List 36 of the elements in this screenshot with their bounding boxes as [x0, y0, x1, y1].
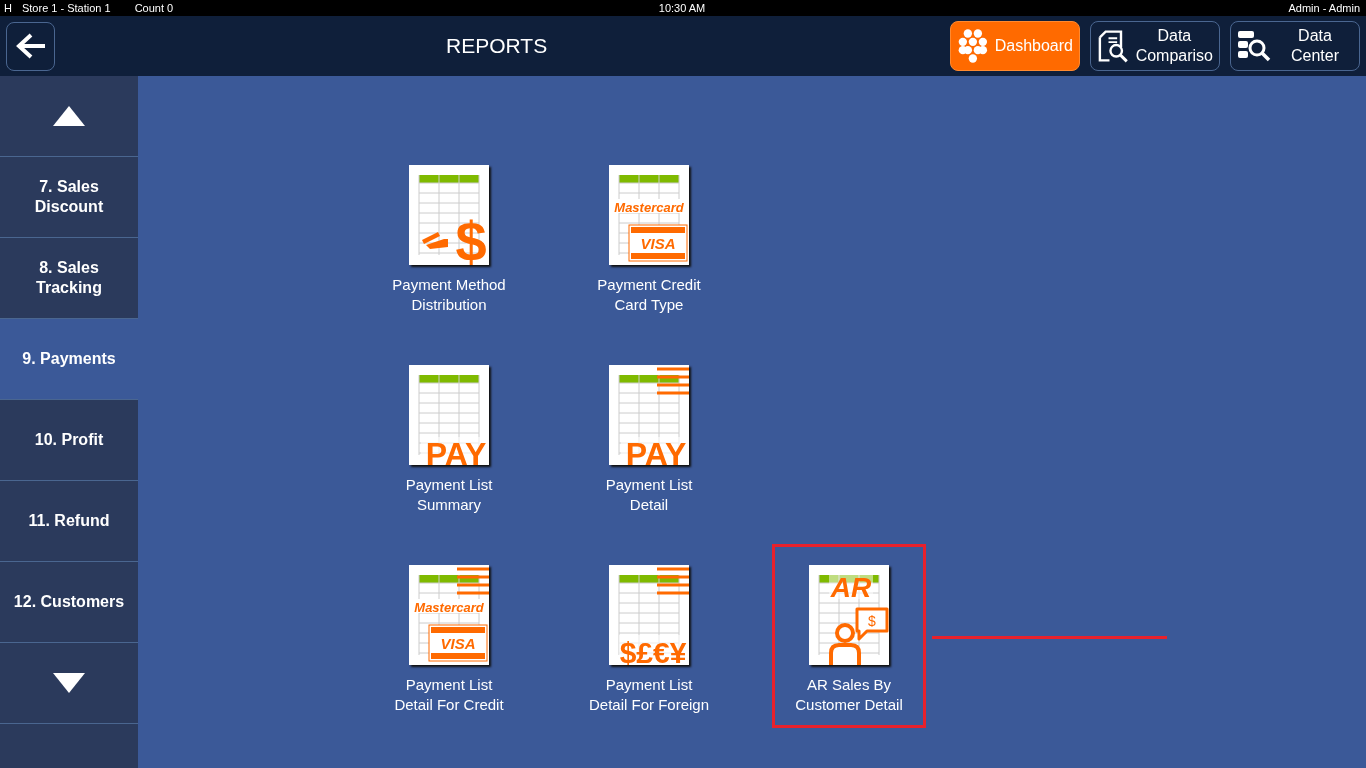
- clock-text: 10:30 AM: [658, 2, 706, 14]
- report-tile[interactable]: Mastercard VISA Payment Credit Card Type: [572, 144, 726, 328]
- report-label: Payment List Summary: [404, 475, 494, 515]
- up-triangle-icon: [53, 106, 85, 126]
- report-tile[interactable]: $£€¥ Payment List Detail For Foreign: [572, 544, 726, 728]
- report-label: Payment List Detail For Foreign: [588, 675, 710, 715]
- report-label: AR Sales By Customer Detail: [794, 675, 904, 715]
- card-report-icon: Mastercard VISA: [609, 165, 689, 265]
- report-label: Payment List Detail For Credit: [393, 675, 505, 715]
- back-arrow-icon: [14, 32, 47, 60]
- report-label: Payment Credit Card Type: [596, 275, 702, 315]
- down-triangle-icon: [53, 673, 85, 693]
- pay-report-icon: PAY: [609, 365, 689, 465]
- card-report-icon: Mastercard VISA: [409, 565, 489, 665]
- report-label: Payment Method Distribution: [391, 275, 507, 315]
- back-button[interactable]: [6, 21, 55, 71]
- mode-text: H: [4, 2, 12, 14]
- customer-report-icon: AR $: [809, 565, 889, 665]
- pay-report-icon: PAY: [409, 365, 489, 465]
- header-tab-button[interactable]: Data Compariso: [1090, 21, 1220, 71]
- user-text: Admin - Admin: [1288, 2, 1360, 14]
- report-tile[interactable]: Mastercard VISA Payment List Detail For Credit: [372, 544, 526, 728]
- category-item[interactable]: 9. Payments: [0, 319, 138, 400]
- currency-report-icon: $£€¥: [609, 565, 689, 665]
- page-title: REPORTS: [446, 34, 549, 58]
- payment-report-icon: $: [409, 165, 489, 265]
- report-tile[interactable]: PAY Payment List Detail: [572, 344, 726, 528]
- report-tile[interactable]: PAY Payment List Summary: [372, 344, 526, 528]
- count-text: Count 0: [134, 2, 174, 14]
- station-text: Store 1 - Station 1: [21, 2, 111, 14]
- hexagons-icon: [957, 26, 989, 66]
- database-search-icon: [1237, 30, 1271, 62]
- report-tile[interactable]: $ Payment Method Distribution: [372, 144, 526, 328]
- report-label: Payment List Detail: [604, 475, 694, 515]
- header-tab-button[interactable]: Data Center: [1230, 21, 1360, 71]
- document-search-icon: [1097, 29, 1130, 63]
